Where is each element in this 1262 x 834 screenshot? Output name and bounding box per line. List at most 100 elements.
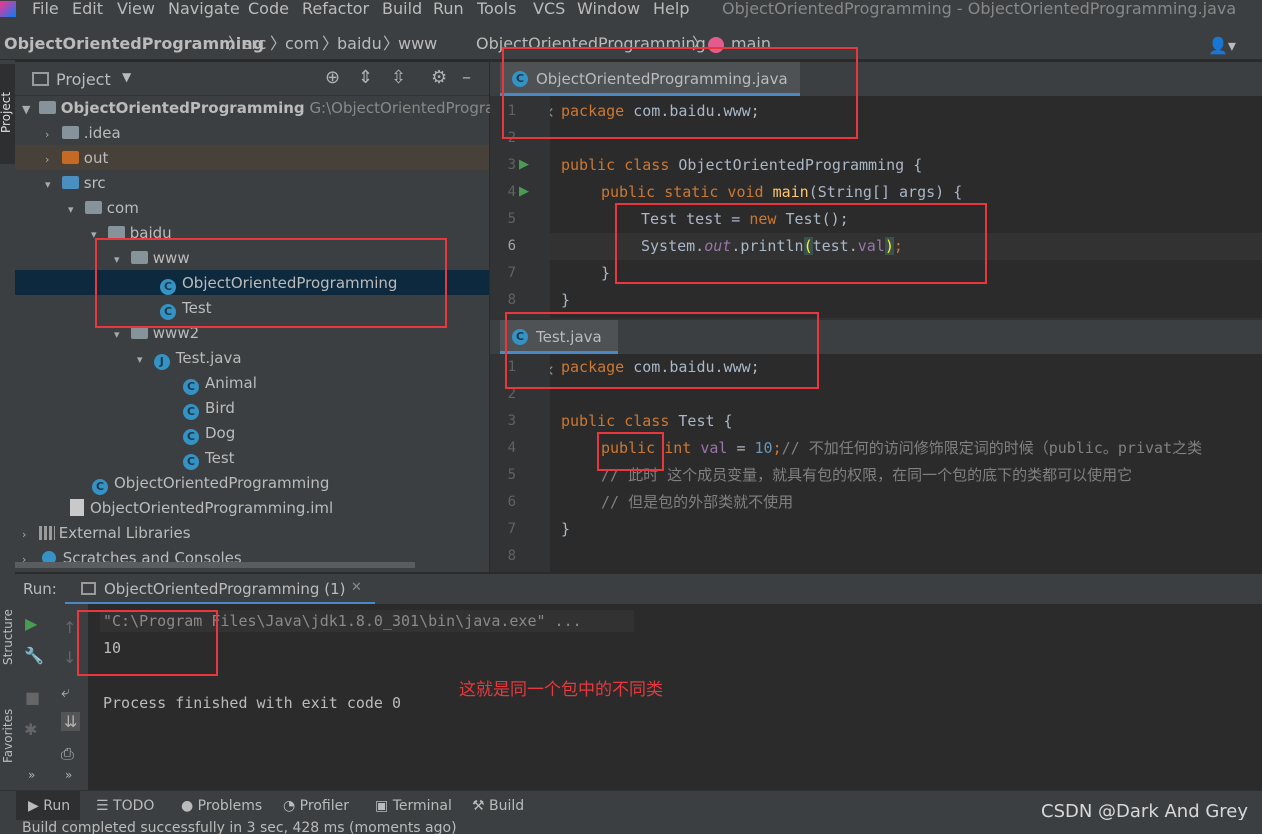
run-gutter-icon[interactable]: ▶ [519,157,529,172]
menu-view[interactable]: View [117,0,155,18]
code-line[interactable]: package com.baidu.www; [561,354,760,381]
tree-item-dog[interactable]: C Dog [183,421,235,446]
menu-vcs[interactable]: VCS [533,0,565,18]
run-side-toolbar: ▶ 🔧 ■ ✱ » [15,604,51,790]
tree-item-test-java[interactable]: ▾ J Test.java [137,346,242,371]
wrench-icon[interactable]: 🔧 [24,646,44,665]
code-comment[interactable]: // 但是包的外部类就不使用 [601,489,793,516]
bottom-tab-problems[interactable]: ● Problems [181,798,262,814]
hammer-icon: ⚒ [472,798,490,814]
code-line[interactable]: } [561,516,570,543]
breadcrumb-baidu[interactable]: baidu [337,34,382,54]
java-file-icon: J [153,354,170,370]
tree-item-class-root[interactable]: C ObjectOrientedProgramming [92,471,329,496]
tree-item-project-root[interactable]: ▼ ObjectOrientedProgramming G:\ObjectOri… [22,96,509,121]
tree-item-www2[interactable]: ▾ www2 [114,321,199,346]
side-tab-favorites[interactable]: Favorites [1,691,15,763]
project-panel-title[interactable]: Project [56,70,111,89]
run-gutter-icon[interactable]: ▶ [519,184,529,199]
breadcrumb-class[interactable]: ObjectOrientedProgramming [476,34,706,54]
bottom-tab-run[interactable]: ▶ Run [28,798,70,814]
tree-item-class-main[interactable]: C ObjectOrientedProgramming [160,271,397,296]
horizontal-scrollbar[interactable] [15,562,415,568]
tree-item-src[interactable]: ▾ src [45,171,106,196]
console-output: 10 [103,639,122,657]
project-view-icon [32,72,49,86]
tree-item-www[interactable]: ▾ www [114,246,190,271]
soft-wrap-icon[interactable]: ⤶ [61,682,70,702]
debug-icon[interactable]: ✱ [24,720,37,739]
iml-file-icon [70,499,84,516]
menu-tools[interactable]: Tools [477,0,516,18]
menu-build[interactable]: Build [382,0,422,18]
tree-item-external-libraries[interactable]: › External Libraries [22,521,191,546]
code-line[interactable]: public class ObjectOrientedProgramming { [561,152,922,179]
code-line[interactable]: public class Test { [561,408,733,435]
menu-file[interactable]: File [32,0,59,18]
breadcrumb-src[interactable]: src [243,34,266,54]
editor-tabbar-2: C Test.java ✕ [490,320,1262,380]
breadcrumb-com[interactable]: com [285,34,319,54]
rerun-icon[interactable]: ▶ [25,614,37,633]
tree-item-com[interactable]: ▾ com [68,196,139,221]
tree-item-out[interactable]: › out [45,146,108,171]
code-line[interactable]: package com.baidu.www; [561,98,760,125]
console-command: "C:\Program Files\Java\jdk1.8.0_301\bin\… [103,612,582,630]
code-line[interactable]: } [561,287,570,314]
breadcrumb-project[interactable]: ObjectOrientedProgramming [4,34,264,54]
tree-item-animal[interactable]: C Animal [183,371,257,396]
chevron-down-icon[interactable]: ▼ [122,70,131,84]
print-icon[interactable]: ⎙ [61,744,74,764]
tree-item-idea[interactable]: › .idea [45,121,121,146]
stop-icon[interactable]: ■ [25,688,40,707]
locate-icon[interactable]: ⊕ [325,67,340,88]
collapse-all-icon[interactable]: ⇳ [391,67,406,88]
breadcrumb-www[interactable]: www [398,34,437,54]
package-icon [84,201,102,214]
menu-bar: File Edit View Navigate Code Refactor Bu… [0,0,1262,20]
side-tab-project[interactable]: Project [0,61,13,133]
more-icon[interactable]: » [28,768,35,782]
menu-help[interactable]: Help [653,0,689,18]
tree-item-test2[interactable]: C Test [183,446,235,471]
tree-item-iml[interactable]: ObjectOrientedProgramming.iml [70,496,333,521]
breadcrumb-method[interactable]: main [731,34,771,54]
menu-navigate[interactable]: Navigate [168,0,240,18]
method-icon [708,37,724,53]
menu-code[interactable]: Code [248,0,289,18]
more-icon[interactable]: » [65,768,72,782]
menu-edit[interactable]: Edit [72,0,103,18]
minimize-icon[interactable]: – [462,67,471,88]
code-line[interactable]: public int val = 10;// 不加任何的访问修饰限定词的时候（p… [601,435,1202,462]
gear-icon[interactable]: ⚙ [431,67,447,88]
side-tab-structure[interactable]: Structure [1,593,15,665]
bottom-tab-profiler[interactable]: ◔ Profiler [283,798,349,814]
menu-refactor[interactable]: Refactor [302,0,369,18]
menu-run[interactable]: Run [433,0,464,18]
tree-item-class-test[interactable]: C Test [160,296,212,321]
code-line[interactable]: public static void main(String[] args) { [601,179,962,206]
scroll-to-end-icon[interactable]: ⇊ [61,712,81,731]
menu-window[interactable]: Window [577,0,640,18]
user-icon[interactable]: 👤▾ [1208,36,1236,55]
bottom-tab-build[interactable]: ⚒ Build [472,798,524,814]
folder-icon [61,126,79,139]
close-icon[interactable]: ✕ [351,580,362,595]
code-comment[interactable]: // 此时 这个成员变量，就具有包的权限，在同一个包的底下的类都可以使用它 [601,462,1132,489]
expand-all-icon[interactable]: ⇕ [358,67,373,88]
tab-objectorientedprogramming-java[interactable]: C ObjectOrientedProgramming.java ✕ [500,62,800,122]
tab-test-java[interactable]: C Test.java ✕ [500,320,618,380]
tree-item-bird[interactable]: C Bird [183,396,235,421]
tree-item-baidu[interactable]: ▾ baidu [91,221,172,246]
window-title: ObjectOrientedProgramming - ObjectOrient… [722,0,1237,18]
class-icon: C [512,71,528,87]
run-tab[interactable]: ObjectOrientedProgramming (1) [104,580,345,598]
down-icon[interactable]: ↓ [63,648,76,667]
up-icon[interactable]: ↑ [63,618,76,637]
code-line[interactable]: } [601,260,610,287]
bottom-tab-todo[interactable]: ☰ TODO [96,798,154,814]
package-icon [107,226,125,239]
code-line[interactable]: Test test = new Test(); [641,206,849,233]
code-line[interactable]: System.out.println(test.val); [641,233,903,260]
bottom-tab-terminal[interactable]: ▣ Terminal [375,798,452,814]
